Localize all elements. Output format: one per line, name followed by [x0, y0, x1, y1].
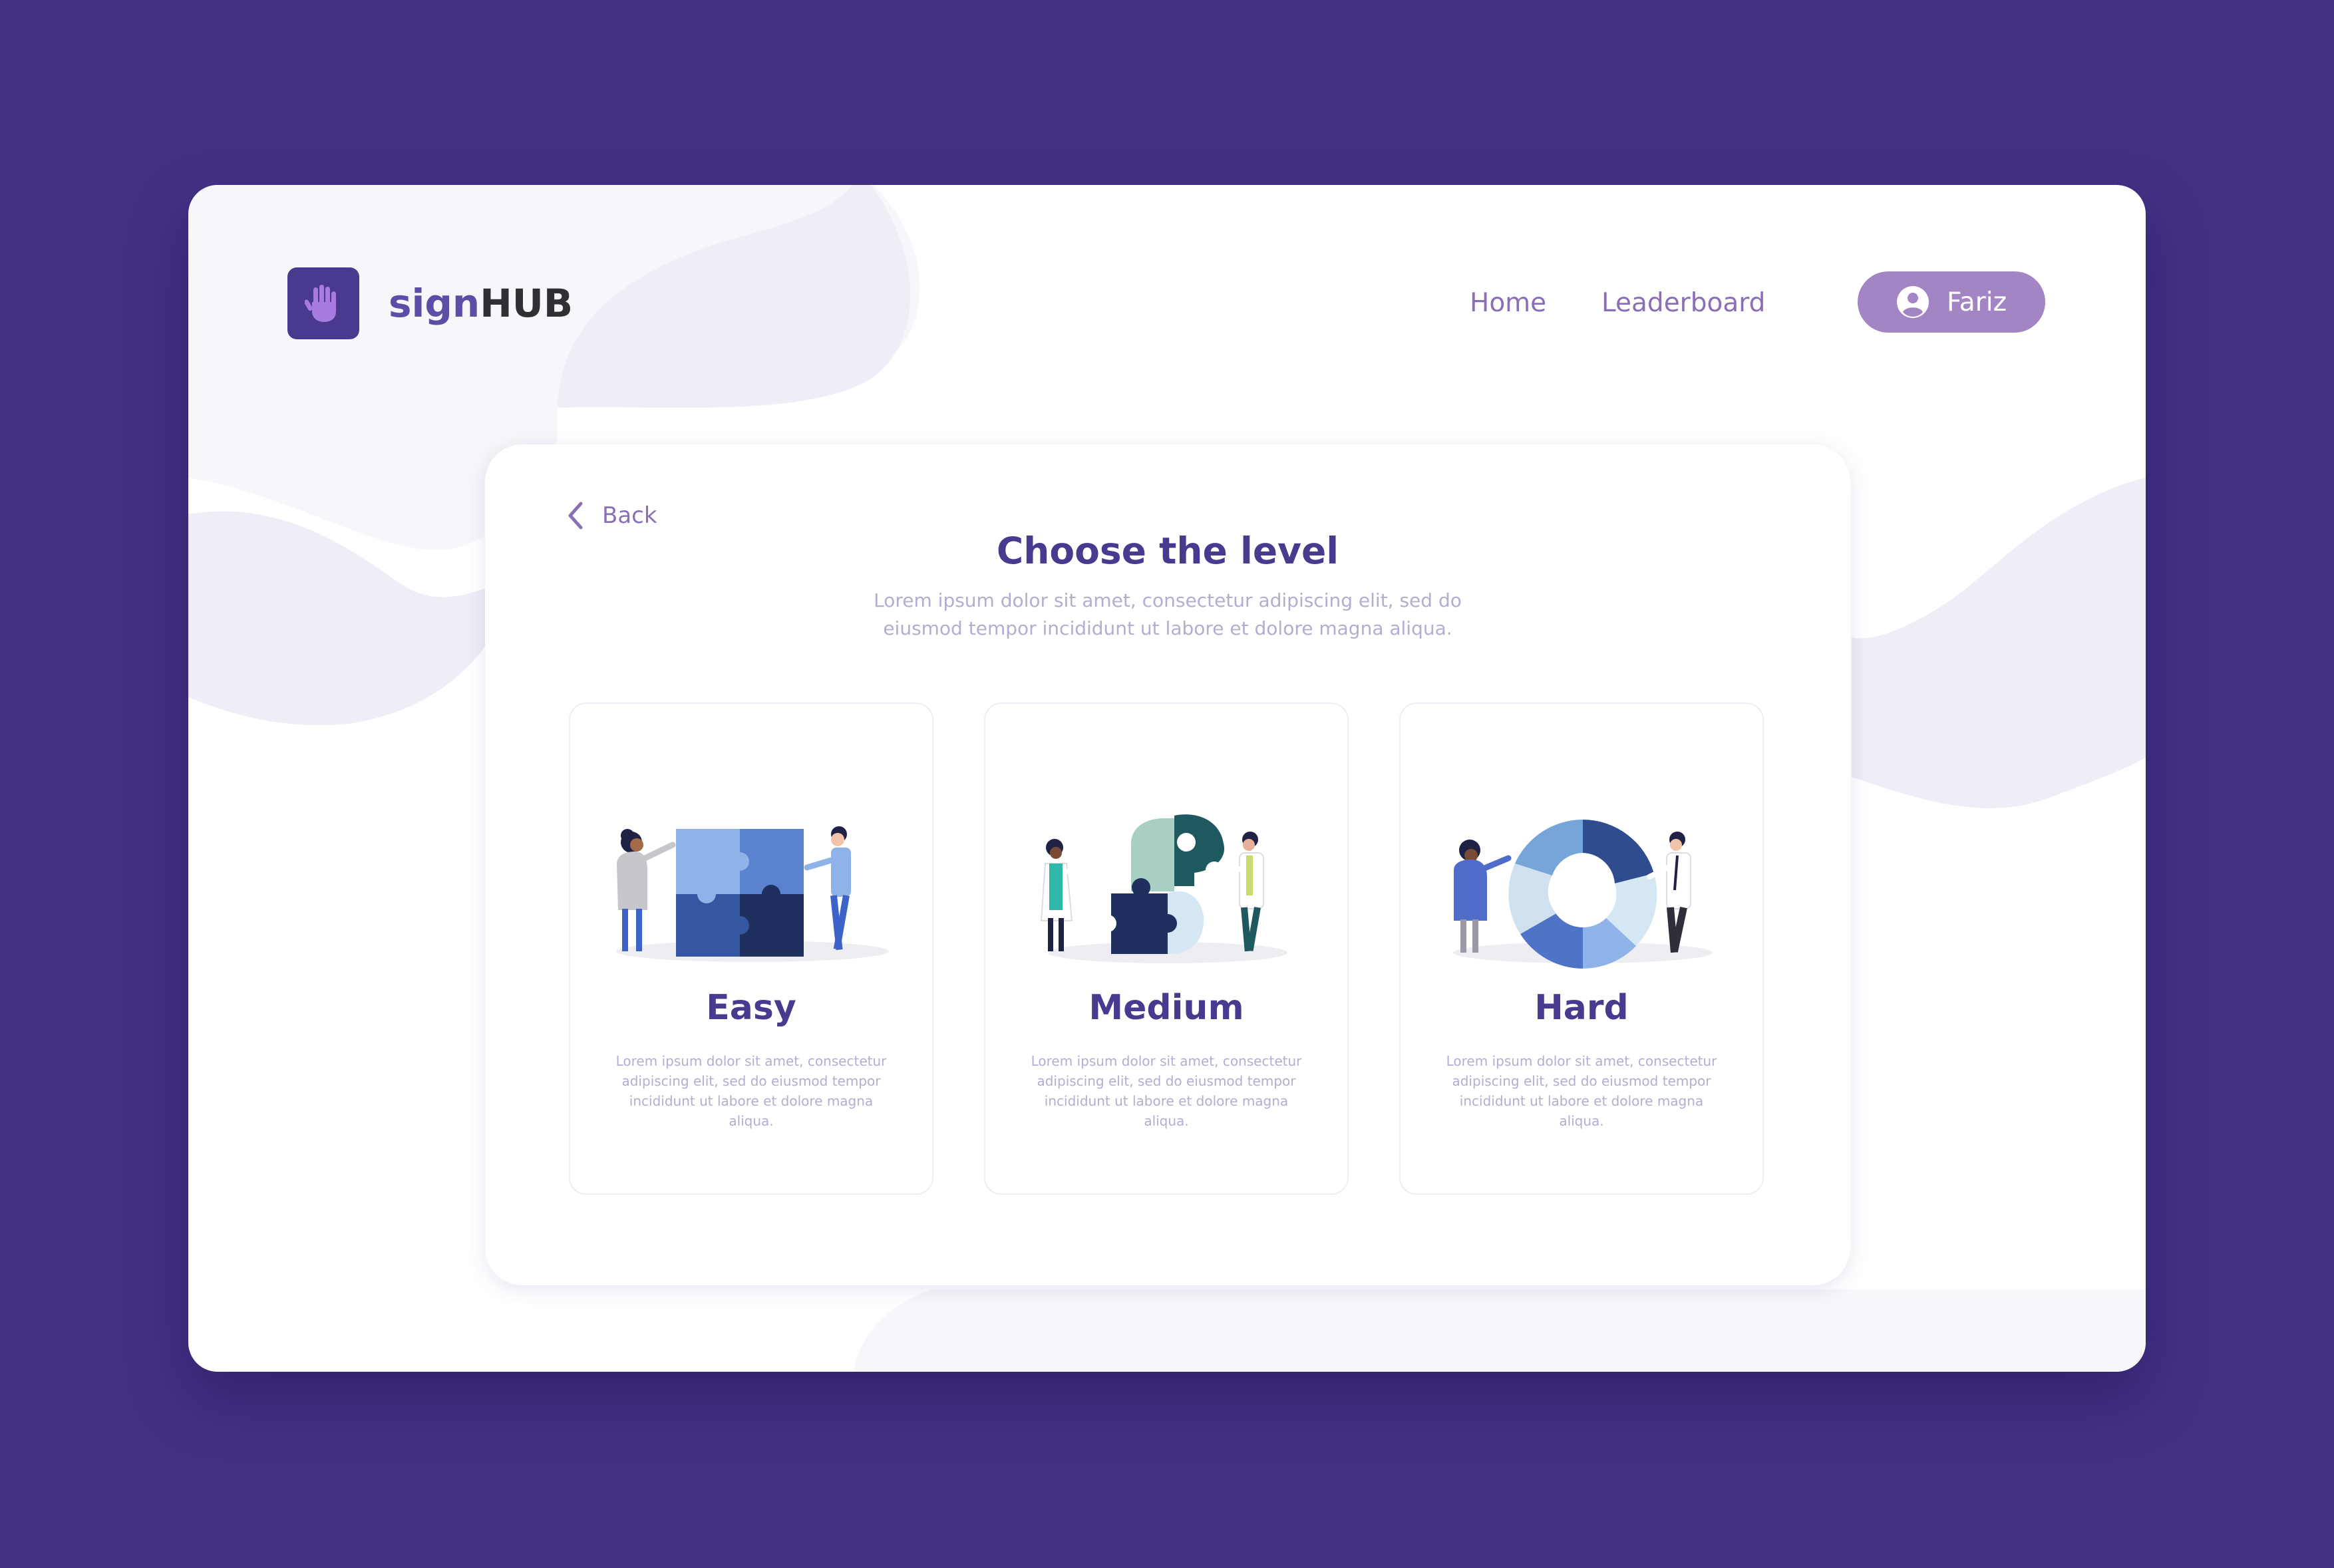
level-description-hard: Lorem ipsum dolor sit amet, consectetur …	[1446, 1053, 1717, 1129]
brand-name-part1: sign	[389, 281, 480, 326]
logo[interactable]	[287, 267, 359, 339]
user-name: Fariz	[1946, 287, 2007, 317]
page-subtitle: Lorem ipsum dolor sit amet, consectetur …	[874, 589, 1462, 639]
puzzle-square-illustration	[616, 826, 889, 962]
level-card-easy[interactable]: Easy Lorem ipsum dolor sit amet, consect…	[569, 703, 933, 1195]
level-card-hard[interactable]: Hard Lorem ipsum dolor sit amet, consect…	[1399, 703, 1764, 1195]
page-title: Choose the level	[996, 530, 1339, 572]
level-description-medium: Lorem ipsum dolor sit amet, consectetur …	[1031, 1053, 1302, 1129]
nav-leaderboard[interactable]: Leaderboard	[1601, 285, 1765, 322]
nav-home[interactable]: Home	[1470, 285, 1546, 322]
level-card-medium[interactable]: Medium Lorem ipsum dolor sit amet, conse…	[984, 703, 1349, 1195]
user-circle-icon	[1896, 286, 1929, 318]
brand-name: signHUB	[389, 278, 573, 329]
level-description-easy: Lorem ipsum dolor sit amet, consectetur …	[615, 1053, 887, 1129]
level-title-medium: Medium	[1088, 988, 1244, 1028]
app-window: signHUB Home Leaderboard Fariz Back Choo…	[188, 185, 2146, 1372]
brand-name-part2: HUB	[480, 281, 574, 326]
puzzle-pieces-illustration	[1040, 814, 1287, 963]
hand-icon	[305, 285, 336, 322]
user-menu-button[interactable]: Fariz	[1858, 271, 2045, 333]
level-title-hard: Hard	[1534, 988, 1629, 1028]
level-panel: Back Choose the level Lorem ipsum dolor …	[485, 444, 1850, 1285]
puzzle-ring-illustration	[1453, 820, 1713, 969]
level-title-easy: Easy	[706, 988, 796, 1028]
